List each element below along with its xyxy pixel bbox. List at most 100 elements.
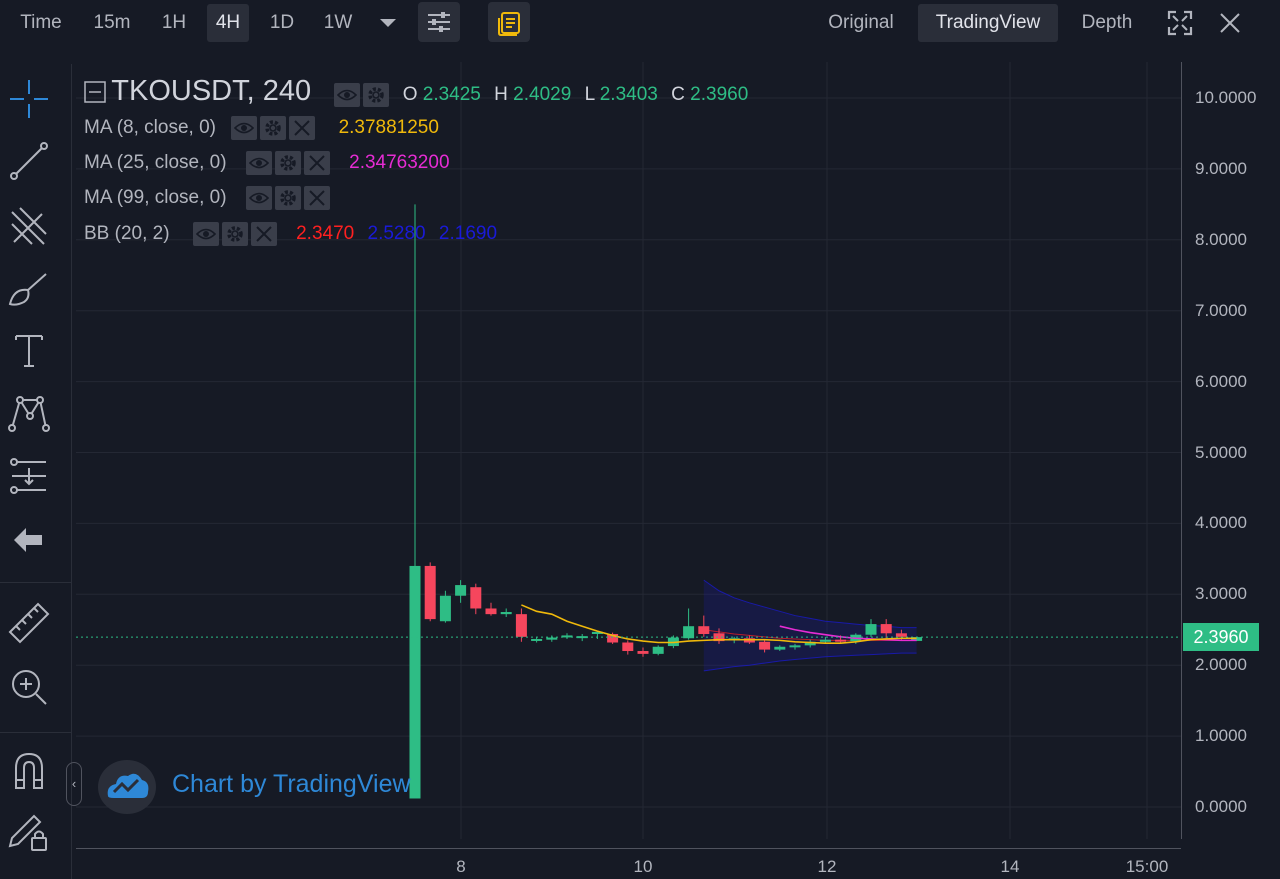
gear-icon — [368, 87, 385, 103]
ma8-settings-button[interactable] — [260, 115, 287, 140]
candle-body — [485, 608, 497, 615]
interval-1h[interactable]: 1H — [150, 4, 198, 42]
symbol-visibility-button[interactable] — [334, 82, 361, 107]
close-icon — [294, 120, 310, 136]
ma99-label: MA (99, close, 0) — [84, 187, 227, 208]
ruler-tool[interactable] — [6, 600, 52, 646]
tradingview-watermark[interactable]: Chart by TradingView — [172, 770, 411, 799]
time-axis[interactable]: 8 10 12 14 15:00 — [76, 848, 1181, 879]
crosshair-icon — [10, 80, 48, 118]
bb-visibility-button[interactable] — [192, 221, 219, 246]
candle-body — [683, 626, 695, 639]
arrow-left-icon — [14, 528, 42, 552]
candle-body — [439, 595, 451, 622]
view-original[interactable]: Original — [815, 4, 907, 42]
bb-basis-value: 2.3470 — [296, 223, 355, 244]
fullscreen-button[interactable] — [1164, 4, 1196, 42]
candle-body — [531, 638, 543, 641]
time-tick-label: 14 — [1000, 857, 1020, 876]
interval-time[interactable]: Time — [8, 4, 74, 42]
price-tick-label: 2.0000 — [1195, 655, 1247, 675]
candle-body — [409, 565, 421, 799]
interval-4h[interactable]: 4H — [207, 4, 249, 42]
trend-line-tool[interactable] — [6, 138, 52, 184]
indicator-settings-button[interactable] — [418, 2, 460, 42]
candle-body — [880, 624, 892, 634]
eye-icon — [248, 157, 269, 169]
open-value: 2.3425 — [422, 84, 481, 105]
price-tick-label: 10.0000 — [1195, 88, 1257, 107]
toolbar-divider — [0, 582, 72, 583]
legend-ma99-row: MA (99, close, 0) — [84, 183, 330, 213]
price-axis[interactable]: 10.0000 9.0000 8.0000 7.0000 6.0000 5.0000 4.0… — [1181, 62, 1280, 839]
collapse-legend-icon[interactable] — [84, 81, 106, 103]
ma8-value: 2.37881250 — [338, 117, 439, 138]
crosshair-tool[interactable] — [6, 76, 52, 122]
ma25-label: MA (25, close, 0) — [84, 152, 227, 173]
ma99-visibility-button[interactable] — [245, 185, 272, 210]
price-chart[interactable] — [76, 62, 1181, 839]
back-tool[interactable] — [6, 518, 52, 564]
gear-icon — [280, 155, 296, 171]
ma25-remove-button[interactable] — [303, 150, 330, 175]
time-tick-label: 8 — [456, 857, 466, 876]
price-tick-label: 0.0000 — [1195, 797, 1247, 816]
candle-body — [546, 637, 558, 640]
ma25-value: 2.34763200 — [349, 152, 450, 173]
interval-1w[interactable]: 1W — [314, 4, 362, 42]
symbol-name: TKOUSDT, 240 — [111, 75, 312, 107]
symbol-settings-button[interactable] — [363, 82, 390, 107]
price-tick-label: 7.0000 — [1195, 300, 1247, 320]
view-depth[interactable]: Depth — [1068, 4, 1146, 42]
candlestick-chart[interactable] — [76, 62, 1181, 839]
time-tick-label: 12 — [817, 857, 837, 876]
candle-body — [500, 612, 512, 615]
view-tradingview[interactable]: TradingView — [918, 4, 1058, 42]
notes-button[interactable] — [488, 2, 530, 42]
interval-dropdown[interactable] — [372, 4, 404, 42]
candle-body — [515, 614, 527, 637]
interval-15m[interactable]: 15m — [84, 4, 140, 42]
ma25-visibility-button[interactable] — [245, 150, 272, 175]
close-label: C — [671, 84, 685, 105]
magnet-tool[interactable] — [6, 748, 52, 794]
text-tool[interactable] — [6, 328, 52, 374]
price-tick-label: 6.0000 — [1195, 371, 1247, 391]
close-button[interactable] — [1214, 4, 1246, 42]
candle-body — [895, 633, 907, 637]
lock-drawings-tool[interactable] — [6, 808, 52, 854]
brush-icon — [8, 273, 47, 306]
low-value: 2.3403 — [599, 84, 658, 105]
close-icon — [1220, 13, 1240, 33]
bb-lower-value: 2.1690 — [438, 223, 498, 244]
candle-body — [455, 585, 467, 596]
ma8-remove-button[interactable] — [289, 115, 316, 140]
brush-tool[interactable] — [6, 266, 52, 312]
candle-body — [424, 565, 436, 620]
measure-tool[interactable] — [6, 454, 52, 500]
bb-remove-button[interactable] — [250, 221, 277, 246]
price-tick-label: 8.0000 — [1195, 229, 1247, 249]
toolbar-divider — [0, 732, 72, 733]
ma8-visibility-button[interactable] — [231, 115, 258, 140]
ma8-label: MA (8, close, 0) — [84, 117, 216, 138]
candle-body — [819, 639, 831, 642]
bb-settings-button[interactable] — [221, 221, 248, 246]
interval-1d[interactable]: 1D — [258, 4, 306, 42]
tradingview-cloud-icon — [107, 773, 149, 798]
ma99-settings-button[interactable] — [274, 185, 301, 210]
bb-label: BB (20, 2) — [84, 223, 170, 244]
close-icon — [256, 226, 272, 242]
pitchfork-tool[interactable] — [6, 204, 52, 250]
tradingview-logo[interactable] — [98, 760, 156, 814]
eye-icon — [337, 89, 358, 101]
ma25-settings-button[interactable] — [274, 150, 301, 175]
position-icon — [10, 458, 46, 494]
pattern-tool[interactable] — [6, 390, 52, 436]
open-label: O — [402, 84, 418, 105]
ma99-remove-button[interactable] — [303, 185, 330, 210]
price-tick-label: 4.0000 — [1195, 513, 1247, 533]
candles — [409, 204, 923, 799]
zoom-in-tool[interactable] — [6, 664, 52, 710]
collapse-toolbar-button[interactable]: ‹ — [66, 762, 82, 806]
